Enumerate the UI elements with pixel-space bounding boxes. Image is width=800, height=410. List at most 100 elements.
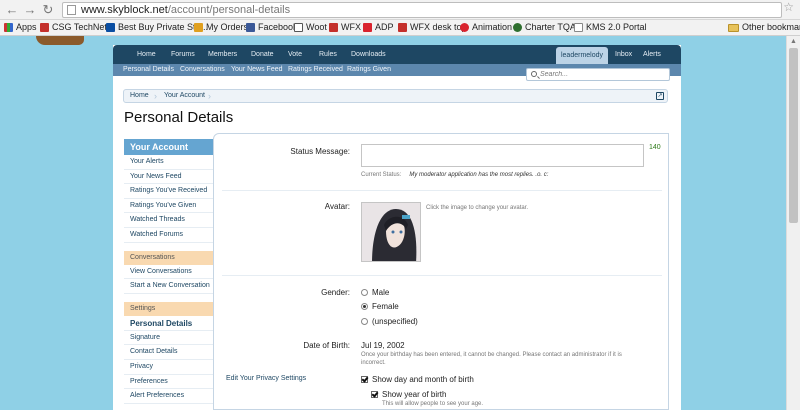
bookmark-kms-portal[interactable]: KMS 2.0 Portal — [574, 20, 647, 35]
sidebar-item-news-feed[interactable]: Your News Feed — [124, 170, 213, 185]
show-year-hint: This will allow people to see your age. — [382, 401, 484, 407]
scrollbar-thumb[interactable] — [789, 48, 798, 223]
dob-hint: Once your birthday has been entered, it … — [361, 352, 622, 358]
breadcrumb-home[interactable]: Home — [130, 90, 149, 102]
gender-option-unspecified[interactable]: (unspecified) — [361, 317, 418, 326]
page-scrollbar[interactable]: ▲ — [786, 36, 800, 410]
search-box[interactable] — [526, 68, 670, 81]
current-status-text: My moderator application has the most re… — [409, 172, 549, 178]
header-decoration — [36, 36, 84, 45]
bookmark-star-icon[interactable]: ☆ — [783, 0, 794, 14]
show-year-checkbox[interactable] — [371, 391, 378, 398]
search-input[interactable] — [540, 69, 666, 80]
radio-female[interactable] — [361, 303, 368, 310]
back-arrow-icon[interactable]: ← — [4, 2, 20, 18]
address-bar[interactable]: www.skyblock.net/account/personal-detail… — [62, 2, 782, 18]
bookmark-best-buy[interactable]: Best Buy Private Sto... — [106, 20, 208, 35]
sidebar-header[interactable]: Your Account — [124, 139, 213, 155]
show-year-option[interactable]: Show year of birth — [371, 390, 446, 399]
avatar-image[interactable] — [361, 202, 421, 262]
orders-icon — [194, 23, 203, 32]
show-day-month-option[interactable]: Show day and month of birth — [361, 375, 474, 384]
subnav-personal-details[interactable]: Personal Details — [123, 64, 174, 76]
sidebar-item-watched-forums[interactable]: Watched Forums — [124, 228, 213, 243]
adp-icon — [363, 23, 372, 32]
sidebar-item-preferences[interactable]: Preferences — [124, 375, 213, 390]
avatar-label: Avatar: — [324, 202, 350, 211]
woot-icon — [294, 23, 303, 32]
gender-label: Gender: — [321, 288, 350, 297]
show-day-month-checkbox[interactable] — [361, 376, 368, 383]
status-message-input[interactable] — [361, 144, 644, 167]
bookmark-charter-tqa[interactable]: Charter TQA — [513, 20, 576, 35]
date-of-birth-value: Jul 19, 2002 — [361, 341, 405, 350]
sidebar-item-ratings-given[interactable]: Ratings You've Given — [124, 199, 213, 214]
breadcrumb-separator-icon: › — [154, 91, 157, 101]
search-icon — [531, 71, 537, 77]
bookmark-woot[interactable]: Woot — [294, 20, 327, 35]
bookmark-adp[interactable]: ADP — [363, 20, 394, 35]
bookmark-csg-technet[interactable]: CSG TechNet® — [40, 20, 114, 35]
wfx-desk-icon — [398, 23, 407, 32]
personal-details-form: Status Message: 140 Current Status: My mo… — [213, 133, 669, 410]
radio-unspecified[interactable] — [361, 318, 368, 325]
bookmarks-bar: Apps CSG TechNet® Best Buy Private Sto..… — [0, 20, 800, 36]
bookmark-wfx[interactable]: WFX — [329, 20, 361, 35]
facebook-icon — [246, 23, 255, 32]
sidebar-item-start-conversation[interactable]: Start a New Conversation — [124, 279, 213, 294]
sidebar-item-personal-details[interactable]: Personal Details — [124, 315, 213, 331]
reload-icon[interactable]: ↻ — [40, 2, 56, 18]
sidebar-item-privacy[interactable]: Privacy — [124, 360, 213, 375]
radio-male[interactable] — [361, 289, 368, 296]
breadcrumb-separator-icon: › — [208, 91, 211, 101]
nav-members[interactable]: Members — [208, 45, 237, 64]
avatar-hint: Click the image to change your avatar. — [426, 205, 529, 211]
gender-option-female[interactable]: Female — [361, 302, 399, 311]
scroll-up-icon[interactable]: ▲ — [790, 38, 797, 45]
bookmark-apps[interactable]: Apps — [4, 20, 37, 35]
sidebar-item-watched-threads[interactable]: Watched Threads — [124, 213, 213, 228]
jump-to-top-icon[interactable]: ↗ — [656, 92, 664, 100]
forum-page: Home Forums Members Donate Vote Rules Do… — [113, 45, 681, 410]
edit-privacy-settings-link[interactable]: Edit Your Privacy Settings — [226, 375, 306, 382]
nav-donate[interactable]: Donate — [251, 45, 274, 64]
bookmark-other-folder[interactable]: Other bookmarks — [728, 20, 800, 35]
best-buy-icon — [106, 23, 115, 32]
gender-option-male[interactable]: Male — [361, 288, 389, 297]
sidebar-item-view-conversations[interactable]: View Conversations — [124, 265, 213, 280]
animation-icon — [460, 23, 469, 32]
sidebar-section-conversations: Conversations — [124, 250, 213, 265]
sidebar-item-contact-details[interactable]: Contact Details — [124, 345, 213, 360]
bookmark-wfx-desk-top[interactable]: WFX desk top — [398, 20, 467, 35]
nav-username[interactable]: leadermelody — [556, 47, 608, 64]
subnav-conversations[interactable]: Conversations — [180, 64, 225, 76]
bookmark-facebook[interactable]: Facebook — [246, 20, 298, 35]
avatar-portrait-icon — [362, 203, 420, 261]
status-message-label: Status Message: — [290, 147, 350, 156]
nav-alerts[interactable]: Alerts — [643, 45, 661, 64]
subnav-ratings-received[interactable]: Ratings Received — [288, 64, 343, 76]
breadcrumb-your-account[interactable]: Your Account — [164, 90, 205, 102]
nav-forums[interactable]: Forums — [171, 45, 195, 64]
sidebar-item-alert-preferences[interactable]: Alert Preferences — [124, 389, 213, 404]
sidebar-item-your-alerts[interactable]: Your Alerts — [124, 155, 213, 170]
nav-downloads[interactable]: Downloads — [351, 45, 386, 64]
sidebar-item-signature[interactable]: Signature — [124, 331, 213, 346]
current-status: Current Status: My moderator application … — [361, 172, 548, 178]
date-of-birth-label: Date of Birth: — [303, 341, 350, 350]
subnav-ratings-given[interactable]: Ratings Given — [347, 64, 391, 76]
main-navigation: Home Forums Members Donate Vote Rules Do… — [113, 45, 681, 64]
bookmark-my-orders[interactable]: My Orders — [194, 20, 248, 35]
nav-home[interactable]: Home — [137, 45, 156, 64]
browser-toolbar: ← → ↻ www.skyblock.net/account/personal-… — [0, 0, 800, 20]
subnav-news-feed[interactable]: Your News Feed — [231, 64, 283, 76]
bookmark-animation[interactable]: Animation — [460, 20, 512, 35]
sidebar-section-settings: Settings — [124, 301, 213, 316]
charter-icon — [513, 23, 522, 32]
nav-inbox[interactable]: Inbox — [615, 45, 632, 64]
sidebar-item-ratings-received[interactable]: Ratings You've Received — [124, 184, 213, 199]
nav-rules[interactable]: Rules — [319, 45, 337, 64]
divider — [222, 275, 662, 276]
forward-arrow-icon[interactable]: → — [22, 2, 38, 18]
nav-vote[interactable]: Vote — [288, 45, 302, 64]
